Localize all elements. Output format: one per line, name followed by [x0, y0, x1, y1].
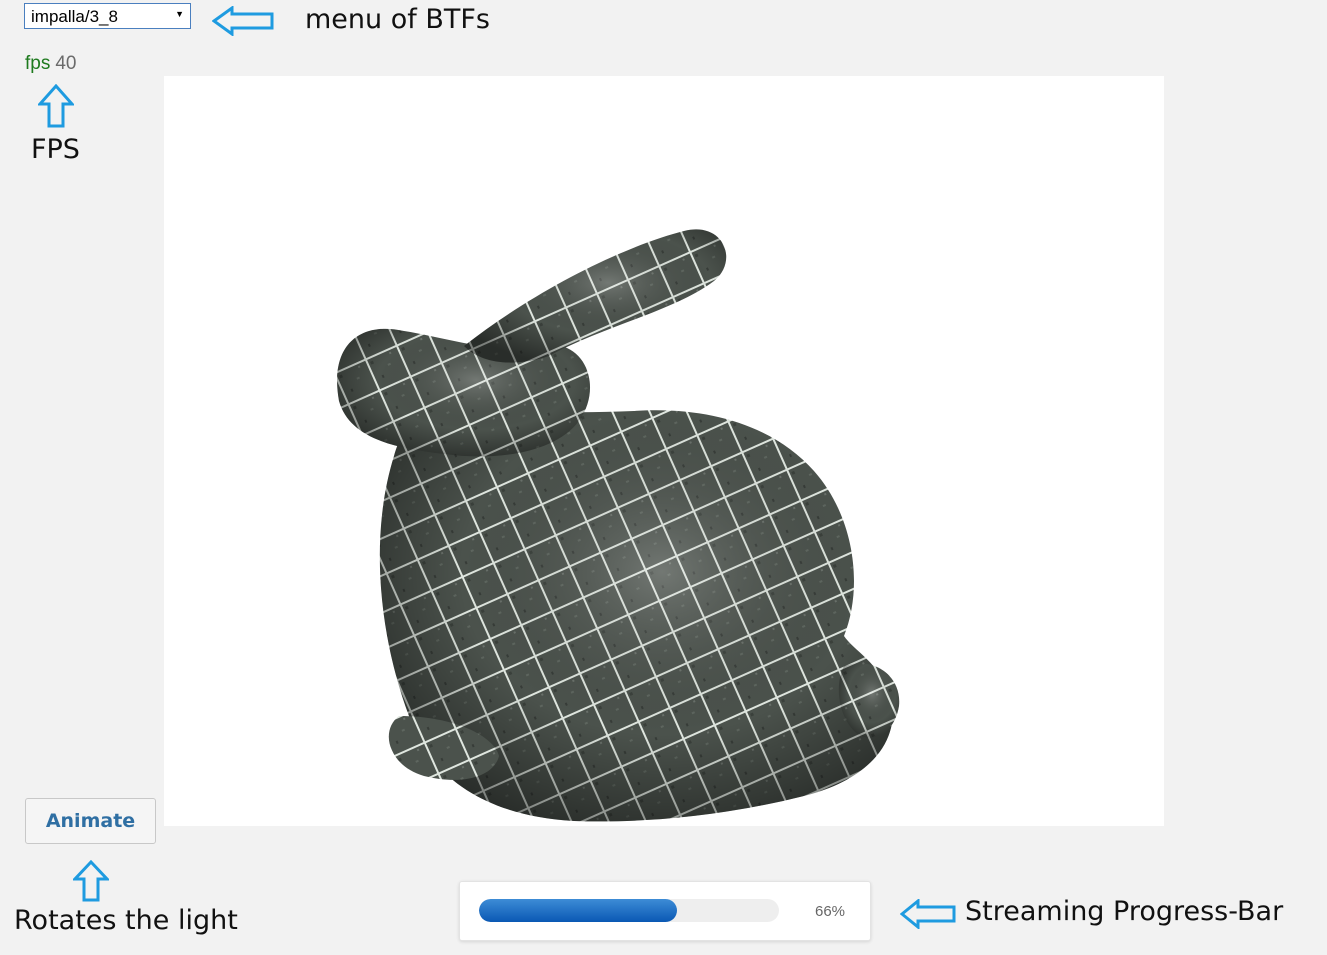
btf-select[interactable]: impalla/3_8 ▼: [24, 3, 191, 29]
chevron-down-icon: ▼: [175, 9, 184, 19]
animate-button[interactable]: Animate: [25, 798, 156, 844]
progress-annotation: Streaming Progress-Bar: [965, 896, 1284, 927]
left-arrow-icon: [900, 899, 956, 929]
animate-button-label: Animate: [45, 810, 136, 832]
stanford-bunny-render: [337, 229, 900, 822]
streaming-progress-bar: 66%: [459, 881, 871, 941]
animate-annotation: Rotates the light: [14, 905, 238, 936]
left-arrow-icon: [212, 6, 274, 36]
menu-annotation: menu of BTFs: [305, 4, 490, 35]
fps-value: 40: [55, 53, 77, 74]
btf-select-value: impalla/3_8: [31, 7, 118, 26]
fps-readout: fps 40: [25, 53, 77, 75]
render-canvas[interactable]: [164, 76, 1164, 826]
progress-track: [479, 899, 779, 922]
progress-fill: [479, 899, 677, 922]
progress-percent: 66%: [815, 903, 846, 920]
up-arrow-icon: [73, 860, 109, 902]
fps-annotation: FPS: [31, 134, 80, 165]
up-arrow-icon: [38, 84, 74, 128]
fps-label: fps: [25, 53, 51, 74]
